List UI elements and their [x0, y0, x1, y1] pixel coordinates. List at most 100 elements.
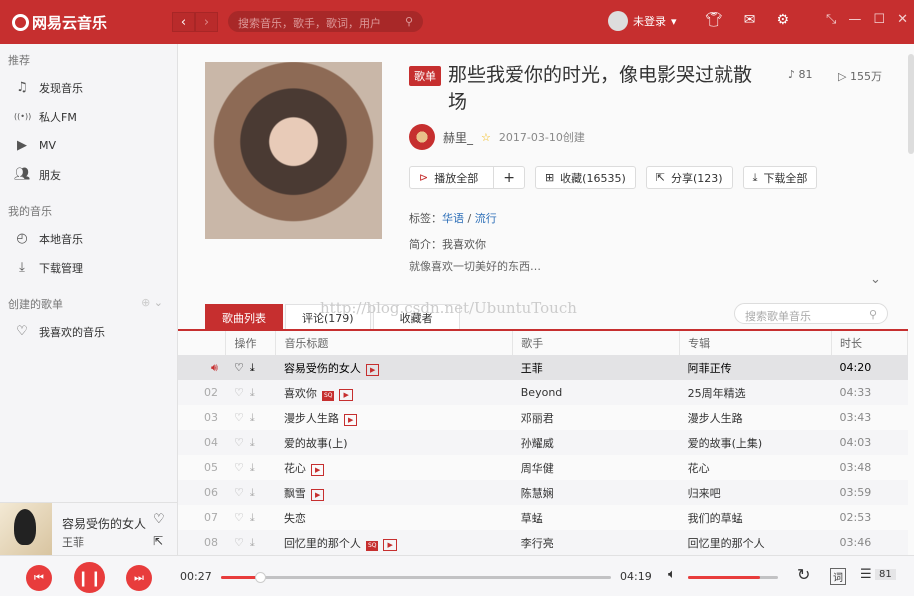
heart-icon[interactable]: ♡: [234, 486, 250, 499]
song-album[interactable]: 漫步人生路: [680, 405, 832, 430]
next-button[interactable]: ⏭: [126, 565, 152, 591]
song-album[interactable]: 归来吧: [679, 480, 832, 505]
pause-button[interactable]: ❙❙: [74, 562, 105, 593]
share-icon[interactable]: ⇱: [153, 534, 163, 548]
heart-icon[interactable]: ♡: [234, 461, 250, 474]
song-artist[interactable]: 陈慧娴: [512, 480, 680, 505]
heart-icon[interactable]: ♡: [234, 386, 250, 399]
song-row[interactable]: 02 ♡⤓ 喜欢你 SQ ▶ Beyond 25周年精选 04:33: [178, 380, 908, 405]
song-album[interactable]: 花心: [680, 455, 832, 480]
tag-link[interactable]: 华语: [442, 212, 464, 225]
expand-chevron-icon[interactable]: ⌄: [870, 272, 881, 287]
progress-slider[interactable]: [221, 572, 611, 583]
lyrics-button[interactable]: 词: [830, 568, 846, 585]
column-header[interactable]: 专辑: [679, 331, 832, 355]
forward-button[interactable]: ›: [195, 12, 218, 32]
song-artist[interactable]: 孙耀威: [512, 430, 680, 455]
tag-link[interactable]: 流行: [475, 212, 497, 225]
sidebar-item[interactable]: ♡ 我喜欢的音乐: [0, 317, 177, 346]
song-artist[interactable]: Beyond: [512, 380, 680, 405]
mv-icon[interactable]: ▶: [310, 463, 325, 476]
song-row[interactable]: 🔊︎ ♡⤓ 容易受伤的女人 ▶ 王菲 阿菲正传 04:20: [178, 355, 908, 380]
logo[interactable]: 网易云音乐: [12, 12, 107, 33]
album-art[interactable]: [0, 503, 52, 556]
column-header[interactable]: 音乐标题: [275, 331, 514, 355]
song-album[interactable]: 爱的故事(上集): [679, 430, 832, 455]
search-icon[interactable]: ⚲: [405, 15, 413, 28]
mv-icon[interactable]: ▶: [343, 413, 358, 426]
download-icon[interactable]: ⤓: [250, 486, 261, 499]
play-all-button[interactable]: ⊳ 播放全部 +: [409, 166, 525, 189]
back-button[interactable]: ‹: [172, 12, 195, 32]
song-artist[interactable]: 李行亮: [512, 530, 680, 555]
search-icon[interactable]: ⚲: [869, 308, 877, 321]
previous-button[interactable]: ⏮: [26, 565, 52, 591]
mail-icon[interactable]: ✉: [744, 12, 756, 28]
download-icon[interactable]: ⤓: [250, 461, 261, 474]
sidebar-item[interactable]: ◴ 本地音乐: [0, 224, 177, 253]
minimize-icon[interactable]: —: [848, 12, 861, 27]
mv-icon[interactable]: ▶: [383, 538, 397, 551]
queue-count[interactable]: 81: [875, 569, 896, 580]
sidebar-item[interactable]: ((•)) 私人FM: [0, 102, 177, 131]
song-row[interactable]: 06 ♡⤓ 飘雪 ▶ 陈慧娴 归来吧 03:59: [178, 480, 908, 505]
column-header[interactable]: 歌手: [512, 331, 681, 355]
heart-icon[interactable]: ♡: [234, 361, 250, 374]
gear-icon[interactable]: ⚙: [777, 12, 790, 28]
heart-icon[interactable]: ♡: [234, 436, 250, 449]
song-row[interactable]: 03 ♡⤓ 漫步人生路 ▶ 邓丽君 漫步人生路 03:43: [178, 405, 908, 430]
heart-icon[interactable]: ♡: [153, 512, 165, 527]
mv-icon[interactable]: ▶: [310, 488, 325, 501]
user-login[interactable]: 未登录 ▾: [608, 11, 677, 31]
collect-button[interactable]: ⊞ 收藏(16535): [534, 166, 636, 189]
volume-icon[interactable]: 🔈︎: [668, 567, 676, 582]
download-icon[interactable]: ⤓: [250, 436, 261, 449]
song-row[interactable]: 08 ♡⤓ 回忆里的那个人 SQ ▶ 李行亮 回忆里的那个人 03:46: [178, 530, 908, 555]
song-album[interactable]: 回忆里的那个人: [679, 530, 832, 555]
mv-icon[interactable]: ▶: [339, 388, 353, 401]
song-artist[interactable]: 王菲: [512, 355, 680, 380]
skin-icon[interactable]: 👕︎: [705, 12, 723, 28]
song-artist[interactable]: 周华健: [513, 455, 680, 480]
volume-slider[interactable]: [688, 576, 778, 579]
add-to-queue-button[interactable]: +: [493, 167, 524, 188]
creator-name[interactable]: 赫里_: [443, 129, 473, 146]
now-playing[interactable]: 容易受伤的女人 王菲 ♡ ⇱: [0, 502, 178, 556]
close-icon[interactable]: ✕: [897, 12, 908, 27]
share-button[interactable]: ⇱ 分享(123): [645, 166, 733, 189]
sidebar-item[interactable]: ▶ MV: [0, 131, 177, 160]
playlist-queue-icon[interactable]: ☰: [860, 567, 872, 582]
playlist-search-input[interactable]: 搜索歌单音乐 ⚲: [734, 303, 888, 324]
download-all-button[interactable]: ⤓ 下载全部: [742, 166, 818, 189]
sidebar-item[interactable]: ⤓ 下载管理: [0, 253, 177, 282]
column-header[interactable]: [178, 331, 227, 355]
chevron-down-icon[interactable]: ⌄: [154, 296, 163, 309]
creator-avatar[interactable]: [409, 124, 435, 150]
download-icon[interactable]: ⤓: [250, 386, 261, 399]
sidebar-item[interactable]: ♫ 发现音乐: [0, 73, 177, 102]
song-row[interactable]: 07 ♡⤓ 失恋 草蜢 我们的草蜢 02:53: [178, 505, 908, 530]
mini-mode-icon[interactable]: ⤡: [826, 12, 836, 27]
heart-icon[interactable]: ♡: [234, 536, 250, 549]
mv-icon[interactable]: ▶: [365, 363, 380, 376]
song-row[interactable]: 04 ♡⤓ 爱的故事(上) 孙耀威 爱的故事(上集) 04:03: [178, 430, 908, 455]
download-icon[interactable]: ⤓: [250, 511, 261, 524]
search-input[interactable]: 搜索音乐，歌手，歌词，用户 ⚲: [228, 11, 423, 32]
tab-song-list[interactable]: 歌曲列表: [205, 304, 283, 330]
sidebar-item[interactable]: 👥︎ 朋友: [0, 160, 177, 189]
song-row[interactable]: 05 ♡⤓ 花心 ▶ 周华健 花心 03:48: [178, 455, 908, 480]
heart-icon[interactable]: ♡: [234, 411, 250, 424]
song-artist[interactable]: 邓丽君: [513, 405, 680, 430]
scrollbar[interactable]: [908, 54, 914, 154]
download-icon[interactable]: ⤓: [250, 361, 261, 374]
column-header[interactable]: 操作: [225, 331, 277, 355]
download-icon[interactable]: ⤓: [250, 411, 261, 424]
song-album[interactable]: 阿菲正传: [679, 355, 832, 380]
download-icon[interactable]: ⤓: [250, 536, 261, 549]
song-artist[interactable]: 草蜢: [513, 505, 680, 530]
maximize-icon[interactable]: ☐: [873, 12, 885, 27]
loop-icon[interactable]: ↻: [797, 565, 810, 584]
song-album[interactable]: 25周年精选: [679, 380, 832, 405]
add-playlist-icon[interactable]: ⊕: [141, 296, 150, 309]
song-album[interactable]: 我们的草蜢: [680, 505, 832, 530]
